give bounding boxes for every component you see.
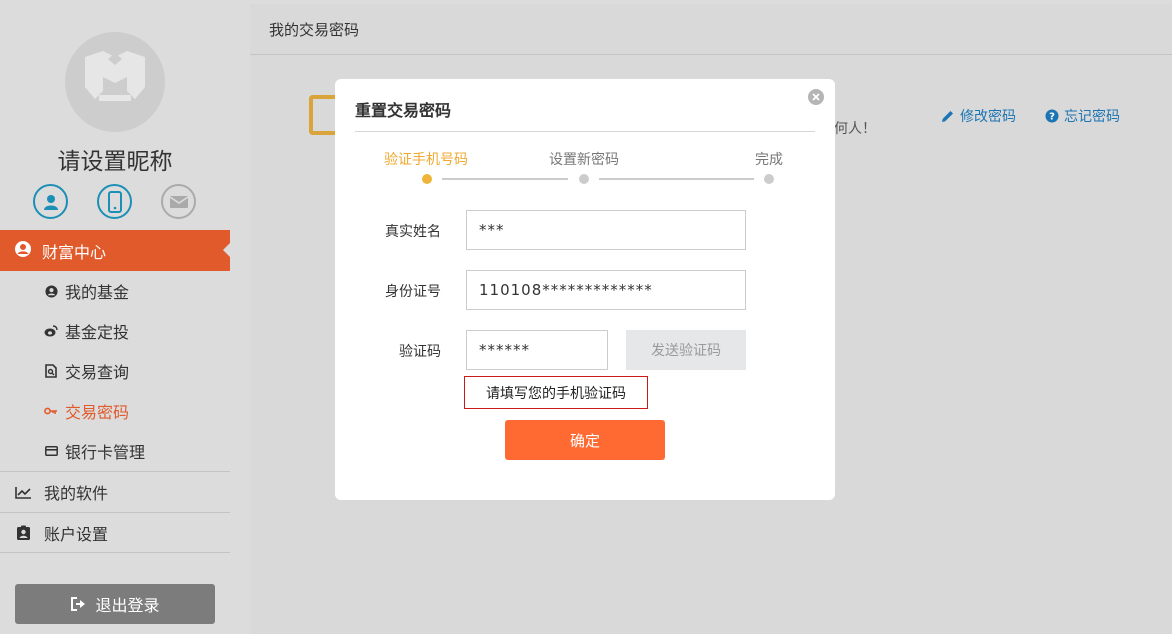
verify-code-label: 验证码	[399, 344, 441, 360]
id-number-label: 身份证号	[385, 284, 441, 300]
error-tooltip: 请填写您的手机验证码	[464, 376, 648, 409]
sidebar-item-bank-card[interactable]: 银行卡管理	[0, 431, 230, 471]
nickname[interactable]: 请设置昵称	[0, 142, 230, 176]
sidebar: 请设置昵称 财富中心 我的基金 基金定投 交易查询 交易密码 银行卡管理 我的软…	[0, 4, 230, 634]
id-card-icon	[14, 525, 32, 541]
forgot-password-link[interactable]: ? 忘记密码	[1045, 106, 1120, 126]
user-icon	[43, 194, 58, 210]
sidebar-item-wealth-center[interactable]: 财富中心	[0, 230, 230, 271]
link-label: 修改密码	[960, 109, 1016, 125]
mail-icon	[169, 195, 188, 208]
step-line-2	[599, 178, 754, 180]
sidebar-item-label: 我的基金	[65, 283, 130, 302]
pencil-icon	[940, 109, 955, 124]
sidebar-item-label: 账户设置	[44, 524, 109, 544]
sign-out-icon	[70, 597, 87, 611]
id-number-field[interactable]: 110108*************	[466, 270, 746, 310]
sidebar-item-trade-password[interactable]: 交易密码	[0, 391, 230, 431]
user-circle-icon	[14, 240, 32, 262]
sidebar-item-label: 我的软件	[44, 484, 109, 503]
link-label: 忘记密码	[1064, 109, 1120, 125]
sidebar-item-label: 银行卡管理	[65, 443, 146, 462]
mobile-bind-button[interactable]	[97, 184, 132, 219]
logout-label: 退出登录	[95, 596, 160, 615]
sidebar-item-label: 交易密码	[65, 403, 130, 422]
mail-bind-button[interactable]	[161, 184, 196, 219]
sidebar-item-account-settings[interactable]: 账户设置	[0, 512, 230, 553]
step-dot-3	[764, 174, 774, 184]
verify-code-field[interactable]: ******	[466, 330, 608, 370]
logout-button[interactable]: 退出登录	[15, 584, 215, 624]
real-name-label: 真实姓名	[385, 224, 441, 240]
info-text: 何人！	[834, 121, 876, 137]
step-line-1	[442, 178, 568, 180]
real-name-field[interactable]: ***	[466, 210, 746, 250]
key-icon	[44, 407, 58, 415]
sidebar-item-my-software[interactable]: 我的软件	[0, 471, 230, 512]
avatar[interactable]	[65, 32, 165, 132]
mobile-icon	[107, 190, 122, 213]
dialog-title: 重置交易密码	[355, 97, 815, 132]
sidebar-item-label: 交易查询	[65, 363, 130, 382]
sidebar-item-my-fund[interactable]: 我的基金	[0, 271, 230, 311]
chart-line-icon	[14, 486, 32, 499]
step-label-set-password: 设置新密码	[549, 152, 619, 168]
step-label-done: 完成	[755, 152, 783, 168]
step-dot-1	[422, 174, 432, 184]
svg-text:?: ?	[1049, 112, 1055, 123]
sidebar-item-label: 财富中心	[42, 242, 107, 262]
weibo-icon	[44, 325, 58, 337]
logo-icon	[85, 51, 145, 101]
sidebar-item-trade-query[interactable]: 交易查询	[0, 351, 230, 391]
sidebar-menu: 财富中心 我的基金 基金定投 交易查询 交易密码 银行卡管理 我的软件 账户设置	[0, 230, 230, 553]
reset-password-dialog: 重置交易密码 验证手机号码 设置新密码 完成 真实姓名 *** 身份证号 110…	[335, 79, 835, 500]
sidebar-item-label: 基金定投	[65, 323, 130, 342]
send-code-button[interactable]: 发送验证码	[626, 330, 746, 370]
modify-password-link[interactable]: 修改密码	[940, 106, 1016, 126]
sidebar-item-fund-fixed-invest[interactable]: 基金定投	[0, 311, 230, 351]
step-dot-2	[579, 174, 589, 184]
user-bind-button[interactable]	[33, 184, 68, 219]
step-label-verify-phone: 验证手机号码	[384, 152, 468, 168]
confirm-button[interactable]: 确定	[505, 420, 665, 460]
bind-icons	[33, 184, 197, 220]
card-icon	[44, 446, 58, 456]
page-title: 我的交易密码	[250, 4, 1172, 55]
user-circle-icon	[44, 284, 58, 298]
step-indicator: 验证手机号码 设置新密码 完成	[335, 149, 835, 189]
help-circle-icon: ?	[1045, 109, 1059, 123]
document-search-icon	[44, 364, 58, 378]
